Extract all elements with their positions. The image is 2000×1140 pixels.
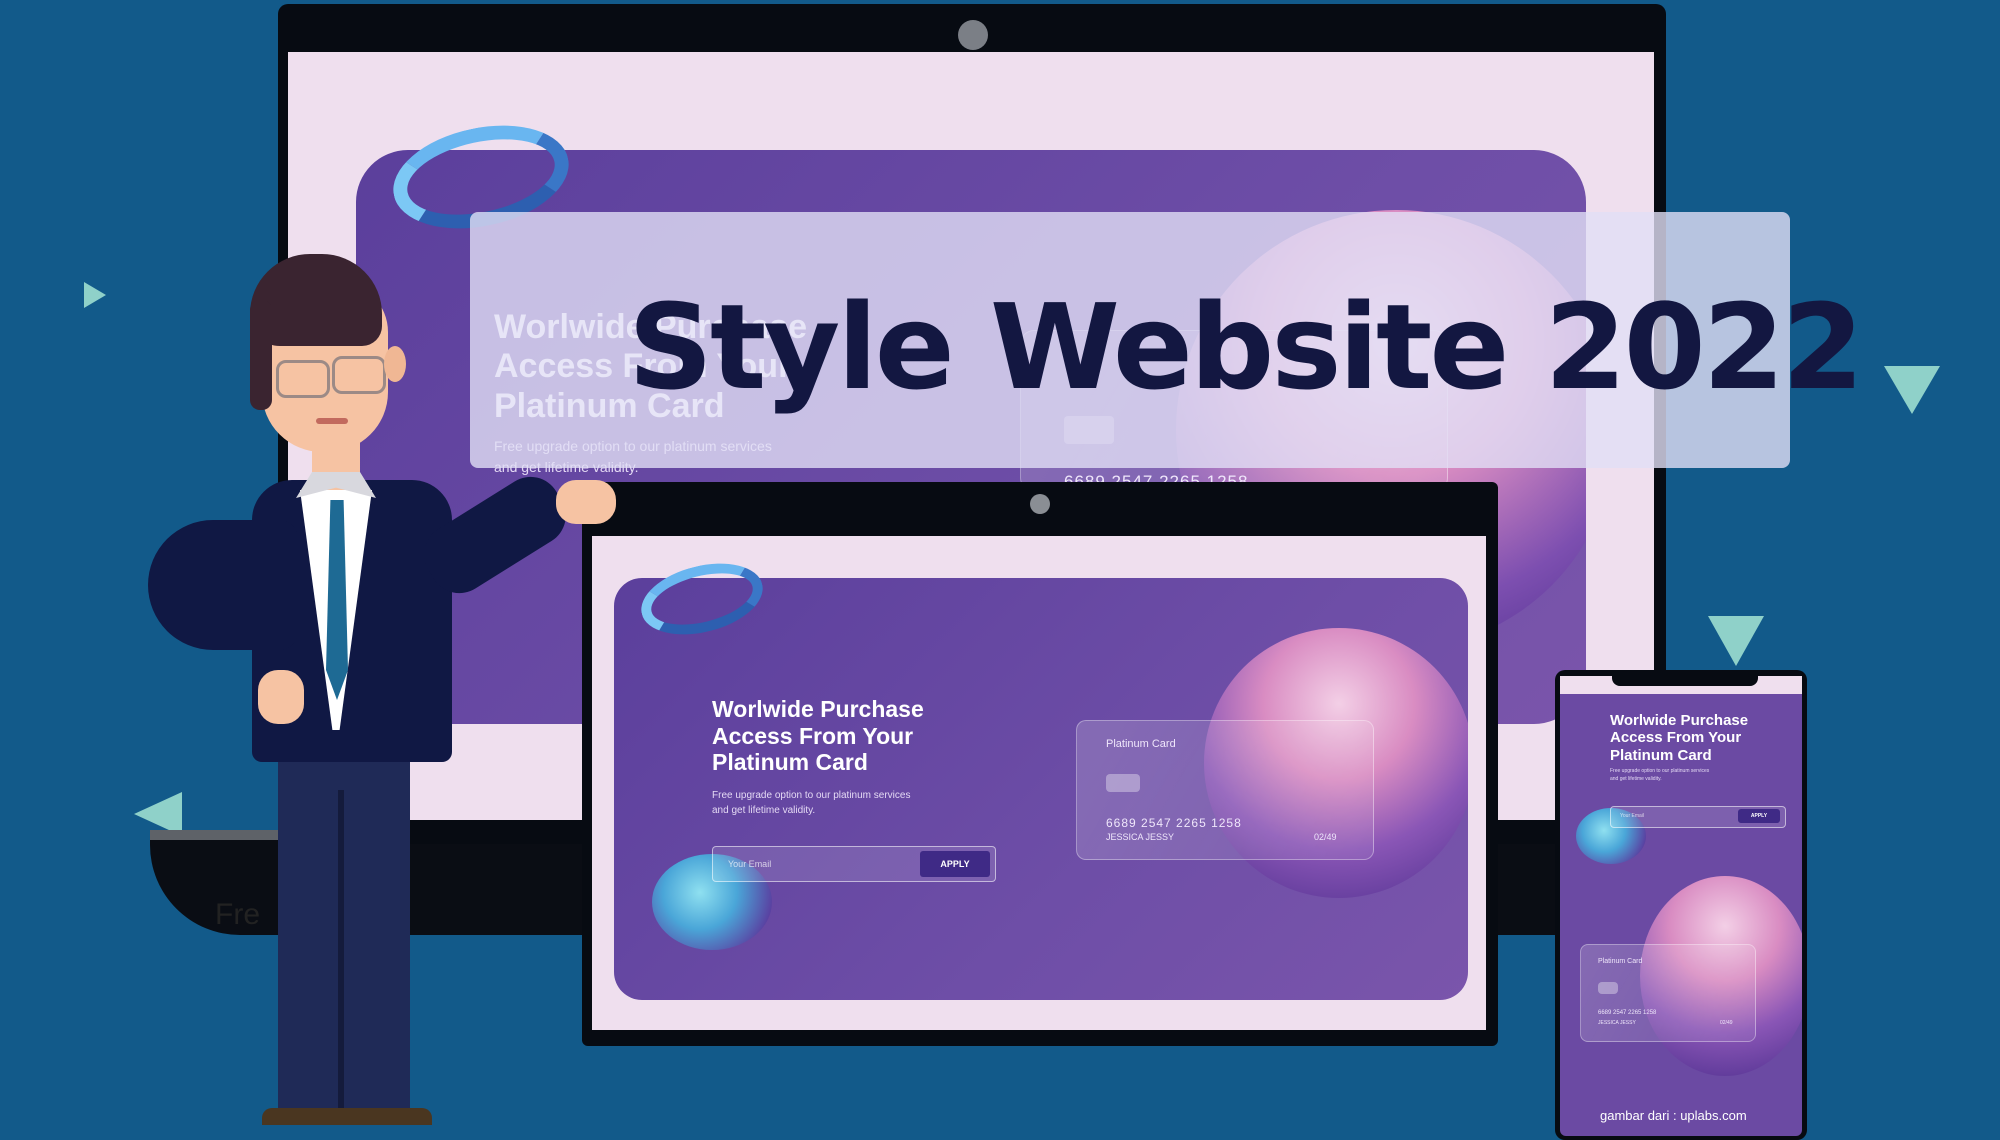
phone-email-placeholder: Your Email — [1620, 813, 1644, 819]
triangle-decor-phone — [1708, 616, 1764, 666]
monitor-camera — [958, 20, 988, 50]
character-hair-side — [250, 300, 272, 410]
tablet-camera — [1030, 494, 1050, 514]
phone-apply-button[interactable]: APPLY — [1738, 809, 1780, 823]
glasses-icon — [276, 360, 330, 398]
character-shoes — [262, 1108, 432, 1125]
monitor-base-text: Fre — [215, 898, 260, 931]
tablet-apply-button[interactable]: APPLY — [920, 851, 990, 877]
tablet-hero-description: Free upgrade option to our platinum serv… — [712, 790, 911, 816]
tablet-card-holder: JESSICA JESSY — [1106, 832, 1175, 842]
phone-card-chip — [1598, 982, 1618, 994]
phone-card-expiry: 02/49 — [1720, 1020, 1733, 1026]
tablet-card-number: 6689 2547 2265 1258 — [1106, 816, 1242, 830]
tablet-card-expiry: 02/49 — [1314, 832, 1337, 842]
phone-hero-title: Worlwide Purchase Access From Your Plati… — [1610, 712, 1749, 764]
tablet-email-placeholder: Your Email — [728, 859, 772, 869]
phone-notch — [1612, 672, 1758, 686]
triangle-decor-left — [84, 282, 106, 308]
character-right-hand — [556, 480, 616, 524]
phone-card-holder: JESSICA JESSY — [1598, 1020, 1636, 1026]
character-mouth — [316, 418, 348, 424]
glasses-lens-right — [332, 356, 386, 394]
character-legs — [278, 750, 410, 1125]
character-ear — [384, 346, 406, 382]
character-leg-gap — [338, 790, 344, 1125]
phone-hero-description: Free upgrade option to our platinum serv… — [1610, 768, 1710, 782]
triangle-decor-right — [1884, 366, 1940, 414]
tablet-card-label: Platinum Card — [1106, 738, 1176, 750]
phone-card-label: Platinum Card — [1598, 958, 1643, 965]
character-left-hand — [258, 670, 304, 724]
tablet-hero-title: Worlwide Purchase Access From Your Plati… — [712, 696, 924, 776]
phone-card-number: 6689 2547 2265 1258 — [1598, 1010, 1657, 1016]
image-credit: gambar dari : uplabs.com — [1600, 1108, 1747, 1123]
banner-title: Style Website 2022 — [628, 278, 1864, 416]
character-left-arm — [148, 520, 298, 650]
tablet-card-chip — [1106, 774, 1140, 792]
